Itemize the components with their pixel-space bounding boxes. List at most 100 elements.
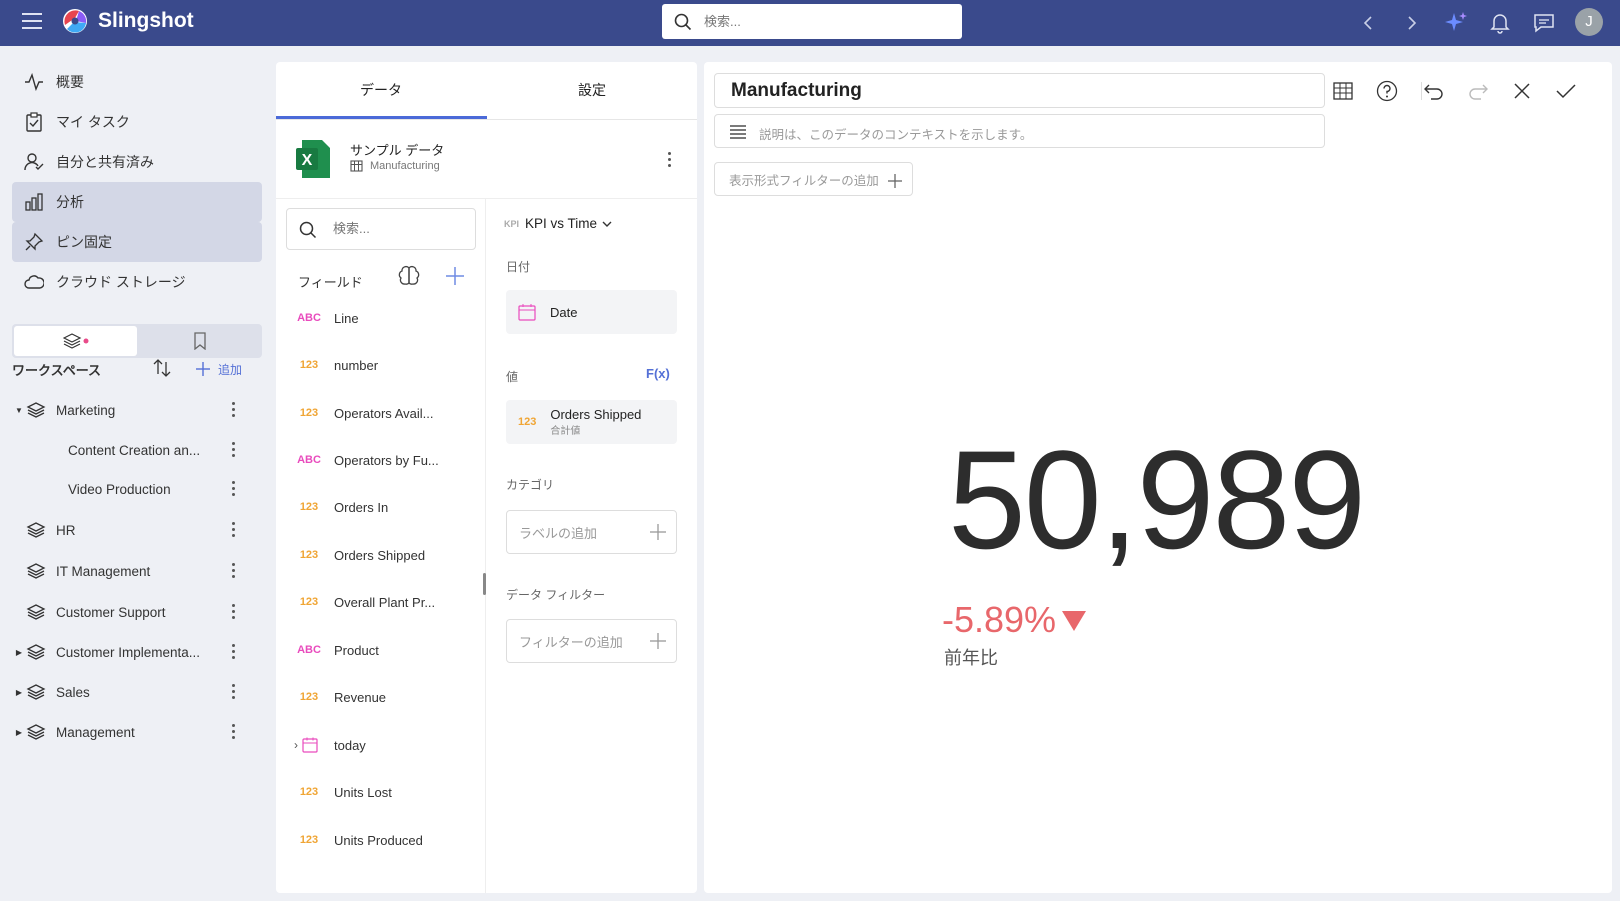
field-name: Orders Shipped xyxy=(334,547,426,563)
field-name: Revenue xyxy=(334,689,387,705)
workspace-item-sales[interactable]: ▶ Sales xyxy=(12,673,262,711)
sort-icon[interactable] xyxy=(152,358,172,378)
more-options-icon[interactable] xyxy=(232,644,236,660)
field-item[interactable]: ABC Line xyxy=(276,295,484,341)
caret-right-icon[interactable]: ▶ xyxy=(12,688,26,697)
add-filter-slot[interactable]: フィルターの追加 xyxy=(506,619,677,663)
field-search[interactable] xyxy=(286,208,476,250)
workspace-item-it-management[interactable]: IT Management xyxy=(12,552,262,590)
field-item[interactable]: › today xyxy=(276,722,484,768)
more-options-icon[interactable] xyxy=(232,604,236,620)
user-avatar[interactable]: J xyxy=(1575,8,1603,36)
redo-icon[interactable] xyxy=(1465,78,1491,104)
nav-pinned[interactable]: ピン固定 xyxy=(12,222,262,262)
workspace-view-toggle xyxy=(12,324,262,358)
svg-text:X: X xyxy=(302,152,313,169)
caret-right-icon[interactable]: ▶ xyxy=(12,728,26,737)
add-display-filter-button[interactable]: 表示形式フィルターの追加 xyxy=(714,162,913,196)
sparkle-icon[interactable] xyxy=(1443,10,1469,36)
brain-icon[interactable] xyxy=(398,265,420,287)
panel-resize-handle[interactable] xyxy=(483,573,486,595)
tab-settings[interactable]: 設定 xyxy=(487,62,697,118)
workspaces-tab[interactable] xyxy=(14,326,137,356)
workspace-label: Sales xyxy=(56,684,90,700)
user-check-icon xyxy=(24,153,44,171)
visualization-title-input[interactable]: Manufacturing xyxy=(714,73,1325,108)
nav-label: マイ タスク xyxy=(56,114,130,130)
text-type-icon: ABC xyxy=(297,454,321,466)
nav-shared-with-me[interactable]: 自分と共有済み xyxy=(12,142,262,182)
field-item[interactable]: 123 Units Lost xyxy=(276,769,484,815)
close-icon[interactable] xyxy=(1509,78,1535,104)
more-options-icon[interactable] xyxy=(232,402,236,418)
nav-overview[interactable]: 概要 xyxy=(12,62,262,102)
more-options-icon[interactable] xyxy=(232,563,236,579)
global-search[interactable] xyxy=(662,4,962,39)
caret-right-icon[interactable]: ▶ xyxy=(12,648,26,657)
chat-icon[interactable] xyxy=(1531,10,1557,36)
workspace-item-video-production[interactable]: Video Production xyxy=(12,470,262,508)
workspace-item-content-creation[interactable]: Content Creation an... xyxy=(12,431,262,469)
tab-divider xyxy=(276,119,697,120)
more-options-icon[interactable] xyxy=(232,522,236,538)
datasource-menu-icon[interactable] xyxy=(668,152,672,168)
workspace-item-customer-support[interactable]: Customer Support xyxy=(12,593,262,631)
undo-icon[interactable] xyxy=(1421,78,1447,104)
more-options-icon[interactable] xyxy=(232,481,236,497)
visualization-type-label: KPI vs Time xyxy=(525,216,598,231)
formula-button[interactable]: F(x) xyxy=(646,366,670,381)
field-item[interactable]: ABC Operators by Fu... xyxy=(276,437,484,483)
more-options-icon[interactable] xyxy=(232,684,236,700)
hamburger-menu-icon[interactable] xyxy=(22,13,42,31)
kpi-value: 50,989 xyxy=(948,421,1366,578)
more-options-icon[interactable] xyxy=(232,442,236,458)
workspace-item-marketing[interactable]: ▼ Marketing xyxy=(12,391,262,429)
value-slot[interactable]: 123 Orders Shipped 合計値 xyxy=(506,400,677,444)
field-item[interactable]: ABC Product xyxy=(276,627,484,673)
field-item[interactable]: 123 Units Produced xyxy=(276,817,484,863)
global-search-input[interactable] xyxy=(704,11,944,31)
check-icon[interactable] xyxy=(1553,78,1579,104)
field-item[interactable]: 123 number xyxy=(276,342,484,388)
description-input[interactable]: 説明は、このデータのコンテキストを示します。 xyxy=(714,114,1325,148)
chevron-right-icon[interactable]: › xyxy=(294,738,298,752)
date-slot[interactable]: Date xyxy=(506,290,677,334)
workspace-item-customer-implementation[interactable]: ▶ Customer Implementa... xyxy=(12,633,262,671)
text-type-icon: ABC xyxy=(297,312,321,324)
add-workspace-button[interactable]: 追加 xyxy=(194,360,242,378)
number-type-icon: 123 xyxy=(518,416,537,428)
caret-down-icon[interactable]: ▼ xyxy=(12,406,26,415)
field-name: Units Produced xyxy=(334,832,423,848)
field-item[interactable]: 123 Overall Plant Pr... xyxy=(276,579,484,625)
help-icon[interactable] xyxy=(1374,78,1400,104)
workspace-item-management[interactable]: ▶ Management xyxy=(12,713,262,751)
layers-icon xyxy=(62,333,88,349)
grid-view-icon[interactable] xyxy=(1330,78,1356,104)
field-item[interactable]: 123 Operators Avail... xyxy=(276,390,484,436)
nav-analytics[interactable]: 分析 xyxy=(12,182,262,222)
bookmarks-tab[interactable] xyxy=(139,326,260,356)
add-label-slot[interactable]: ラベルの追加 xyxy=(506,510,677,554)
forward-icon[interactable] xyxy=(1399,10,1425,36)
field-item[interactable]: 123 Revenue xyxy=(276,674,484,720)
more-options-icon[interactable] xyxy=(232,724,236,740)
chevron-down-icon xyxy=(602,221,612,227)
field-name: Line xyxy=(334,310,359,326)
visualization-type-selector[interactable]: KPI KPI vs Time xyxy=(504,216,613,231)
add-field-icon[interactable] xyxy=(444,265,466,287)
nav-label: 自分と共有済み xyxy=(56,154,154,170)
fields-label: フィールド xyxy=(298,275,363,290)
layers-icon xyxy=(26,604,46,620)
search-icon xyxy=(299,221,317,239)
number-type-icon: 123 xyxy=(299,691,319,703)
back-icon[interactable] xyxy=(1355,10,1381,36)
nav-my-tasks[interactable]: マイ タスク xyxy=(12,102,262,142)
field-search-input[interactable] xyxy=(333,221,463,236)
workspace-item-hr[interactable]: HR xyxy=(12,511,262,549)
field-item[interactable]: 123 Orders In xyxy=(276,484,484,530)
field-item[interactable]: 123 Orders Shipped xyxy=(276,532,484,578)
plus-icon xyxy=(196,362,210,376)
bell-icon[interactable] xyxy=(1487,10,1513,36)
nav-cloud-storage[interactable]: クラウド ストレージ xyxy=(12,262,262,302)
tab-data[interactable]: データ xyxy=(276,62,486,118)
